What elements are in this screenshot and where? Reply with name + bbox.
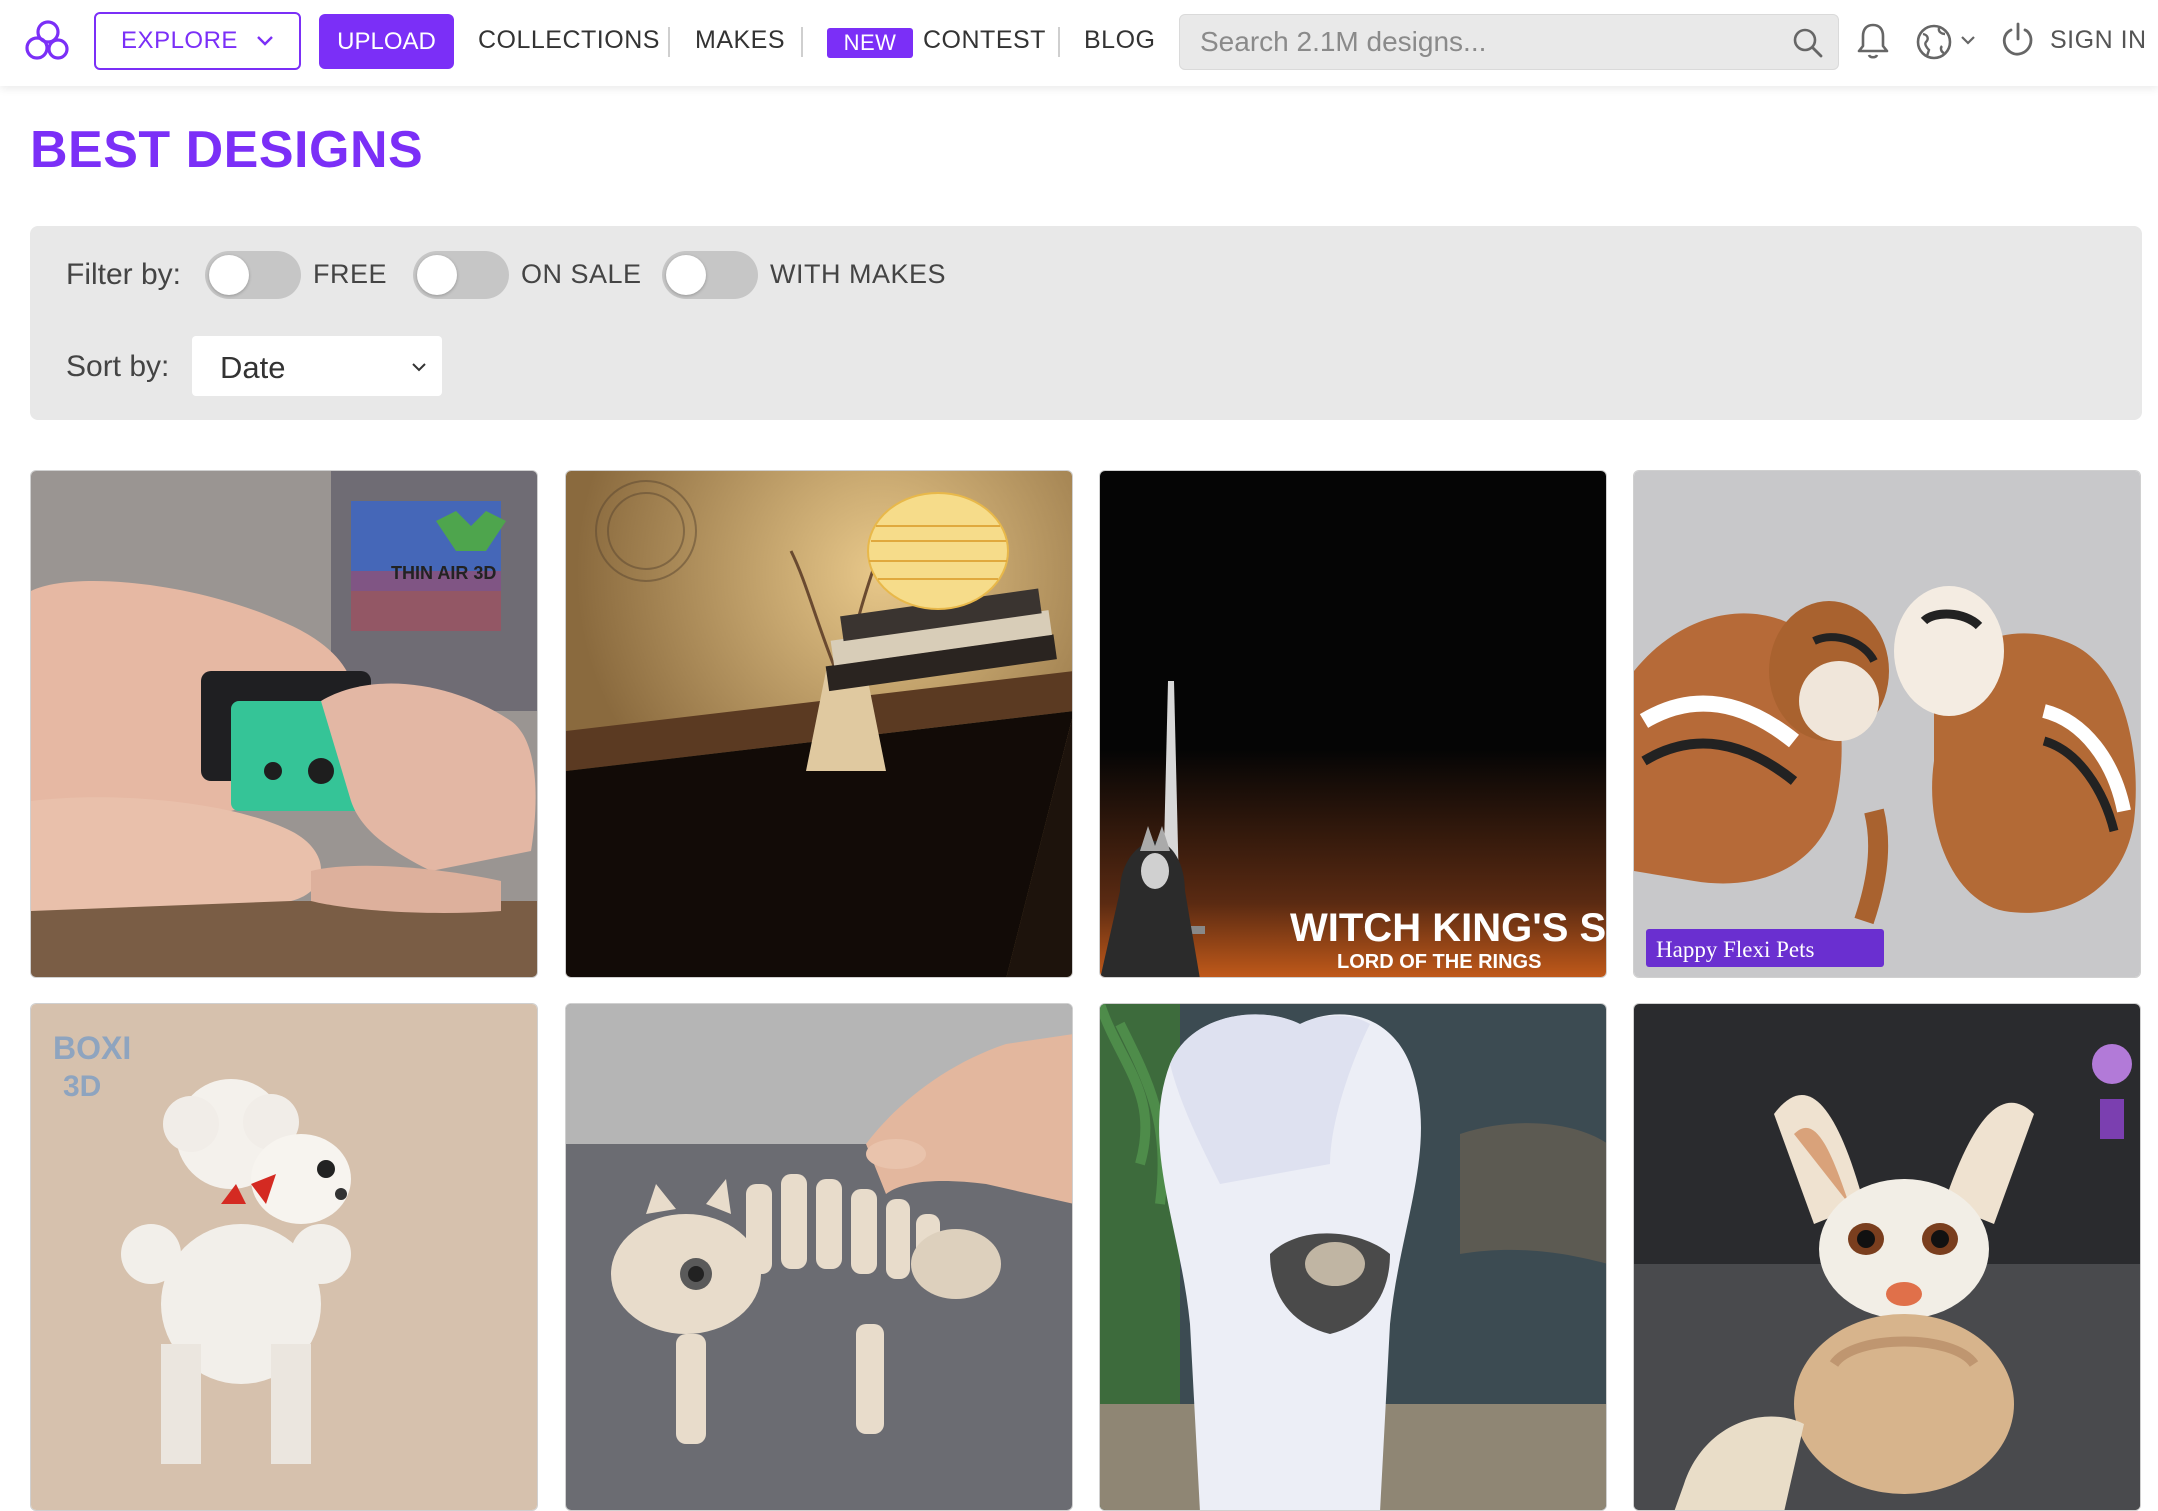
design-card[interactable]: [565, 470, 1073, 978]
flexi-poodle-thumbnail: BOXI 3D: [31, 1004, 537, 1510]
filter-by-label: Filter by:: [66, 258, 182, 291]
card-caption: WITCH KING'S SWORD: [1290, 906, 1607, 950]
search-input[interactable]: [1180, 15, 1780, 69]
design-card[interactable]: [1633, 1003, 2141, 1511]
nav-divider: [1058, 27, 1060, 57]
on-sale-toggle-label[interactable]: ON SALE: [521, 259, 642, 290]
with-makes-toggle[interactable]: [662, 251, 758, 299]
card-subcaption: LORD OF THE RINGS: [1337, 951, 1541, 973]
bell-notifications-icon[interactable]: [1855, 20, 1891, 62]
page-title: BEST DESIGNS: [30, 121, 424, 179]
design-card[interactable]: WITCH KING'S SWORD LORD OF THE RINGS: [1099, 470, 1607, 978]
explore-dropdown-button[interactable]: EXPLORE: [94, 12, 301, 70]
hand-holding-green-print-thumbnail: THIN AIR 3D: [31, 471, 537, 977]
svg-text:BOXI: BOXI: [53, 1030, 131, 1066]
toggle-knob: [417, 255, 457, 295]
flexi-chipmunks-thumbnail: Happy Flexi Pets: [1634, 471, 2140, 977]
tooth-aquarium-cave-thumbnail: [1100, 1004, 1606, 1510]
explore-label: EXPLORE: [121, 27, 238, 54]
cults-logo-icon[interactable]: [24, 18, 72, 66]
witch-king-sword-thumbnail: WITCH KING'S SWORD LORD OF THE RINGS: [1100, 471, 1607, 977]
nav-blog-link[interactable]: BLOG: [1084, 26, 1155, 55]
free-toggle-label[interactable]: FREE: [313, 259, 387, 290]
skeleton-dinosaur-thumbnail: [566, 1004, 1072, 1510]
design-card[interactable]: [1099, 1003, 1607, 1511]
search-box: [1179, 14, 1839, 70]
svg-text:3D: 3D: [63, 1070, 101, 1103]
sort-select[interactable]: Date: [192, 336, 442, 396]
sort-by-label: Sort by:: [66, 350, 170, 383]
nav-collections-link[interactable]: COLLECTIONS: [478, 26, 660, 55]
filter-panel: Filter by: FREE ON SALE WITH MAKES Sort …: [30, 226, 2142, 420]
sign-in-link[interactable]: SIGN IN: [2050, 26, 2147, 55]
design-card[interactable]: BOXI 3D: [30, 1003, 538, 1511]
design-card[interactable]: THIN AIR 3D: [30, 470, 538, 978]
design-card[interactable]: Happy Flexi Pets: [1633, 470, 2141, 978]
on-sale-toggle[interactable]: [413, 251, 509, 299]
chevron-down-icon: [412, 363, 426, 372]
svg-text:THIN AIR 3D: THIN AIR 3D: [391, 563, 496, 583]
free-toggle[interactable]: [205, 251, 301, 299]
with-makes-toggle-label[interactable]: WITH MAKES: [770, 259, 946, 290]
upload-button[interactable]: UPLOAD: [319, 14, 454, 69]
card-caption: Happy Flexi Pets: [1656, 937, 1814, 962]
globe-language-icon[interactable]: [1914, 22, 1954, 62]
top-navigation-bar: EXPLORE UPLOAD COLLECTIONS MAKES NEW CON…: [0, 0, 2158, 86]
nav-divider: [668, 27, 670, 57]
nav-makes-link[interactable]: MAKES: [695, 26, 785, 55]
design-card[interactable]: [565, 1003, 1073, 1511]
chevron-down-icon: [257, 36, 273, 46]
nav-contest-link[interactable]: CONTEST: [923, 26, 1046, 55]
search-icon[interactable]: [1790, 25, 1826, 61]
power-icon[interactable]: [2000, 20, 2036, 60]
lamp-on-nightstand-thumbnail: [566, 471, 1072, 977]
chevron-down-icon[interactable]: [1958, 30, 1978, 50]
sort-select-value: Date: [220, 350, 286, 385]
toggle-knob: [209, 255, 249, 295]
new-badge: NEW: [827, 28, 913, 58]
flexi-fennec-fox-thumbnail: [1634, 1004, 2140, 1510]
toggle-knob: [666, 255, 706, 295]
nav-divider: [801, 27, 803, 57]
